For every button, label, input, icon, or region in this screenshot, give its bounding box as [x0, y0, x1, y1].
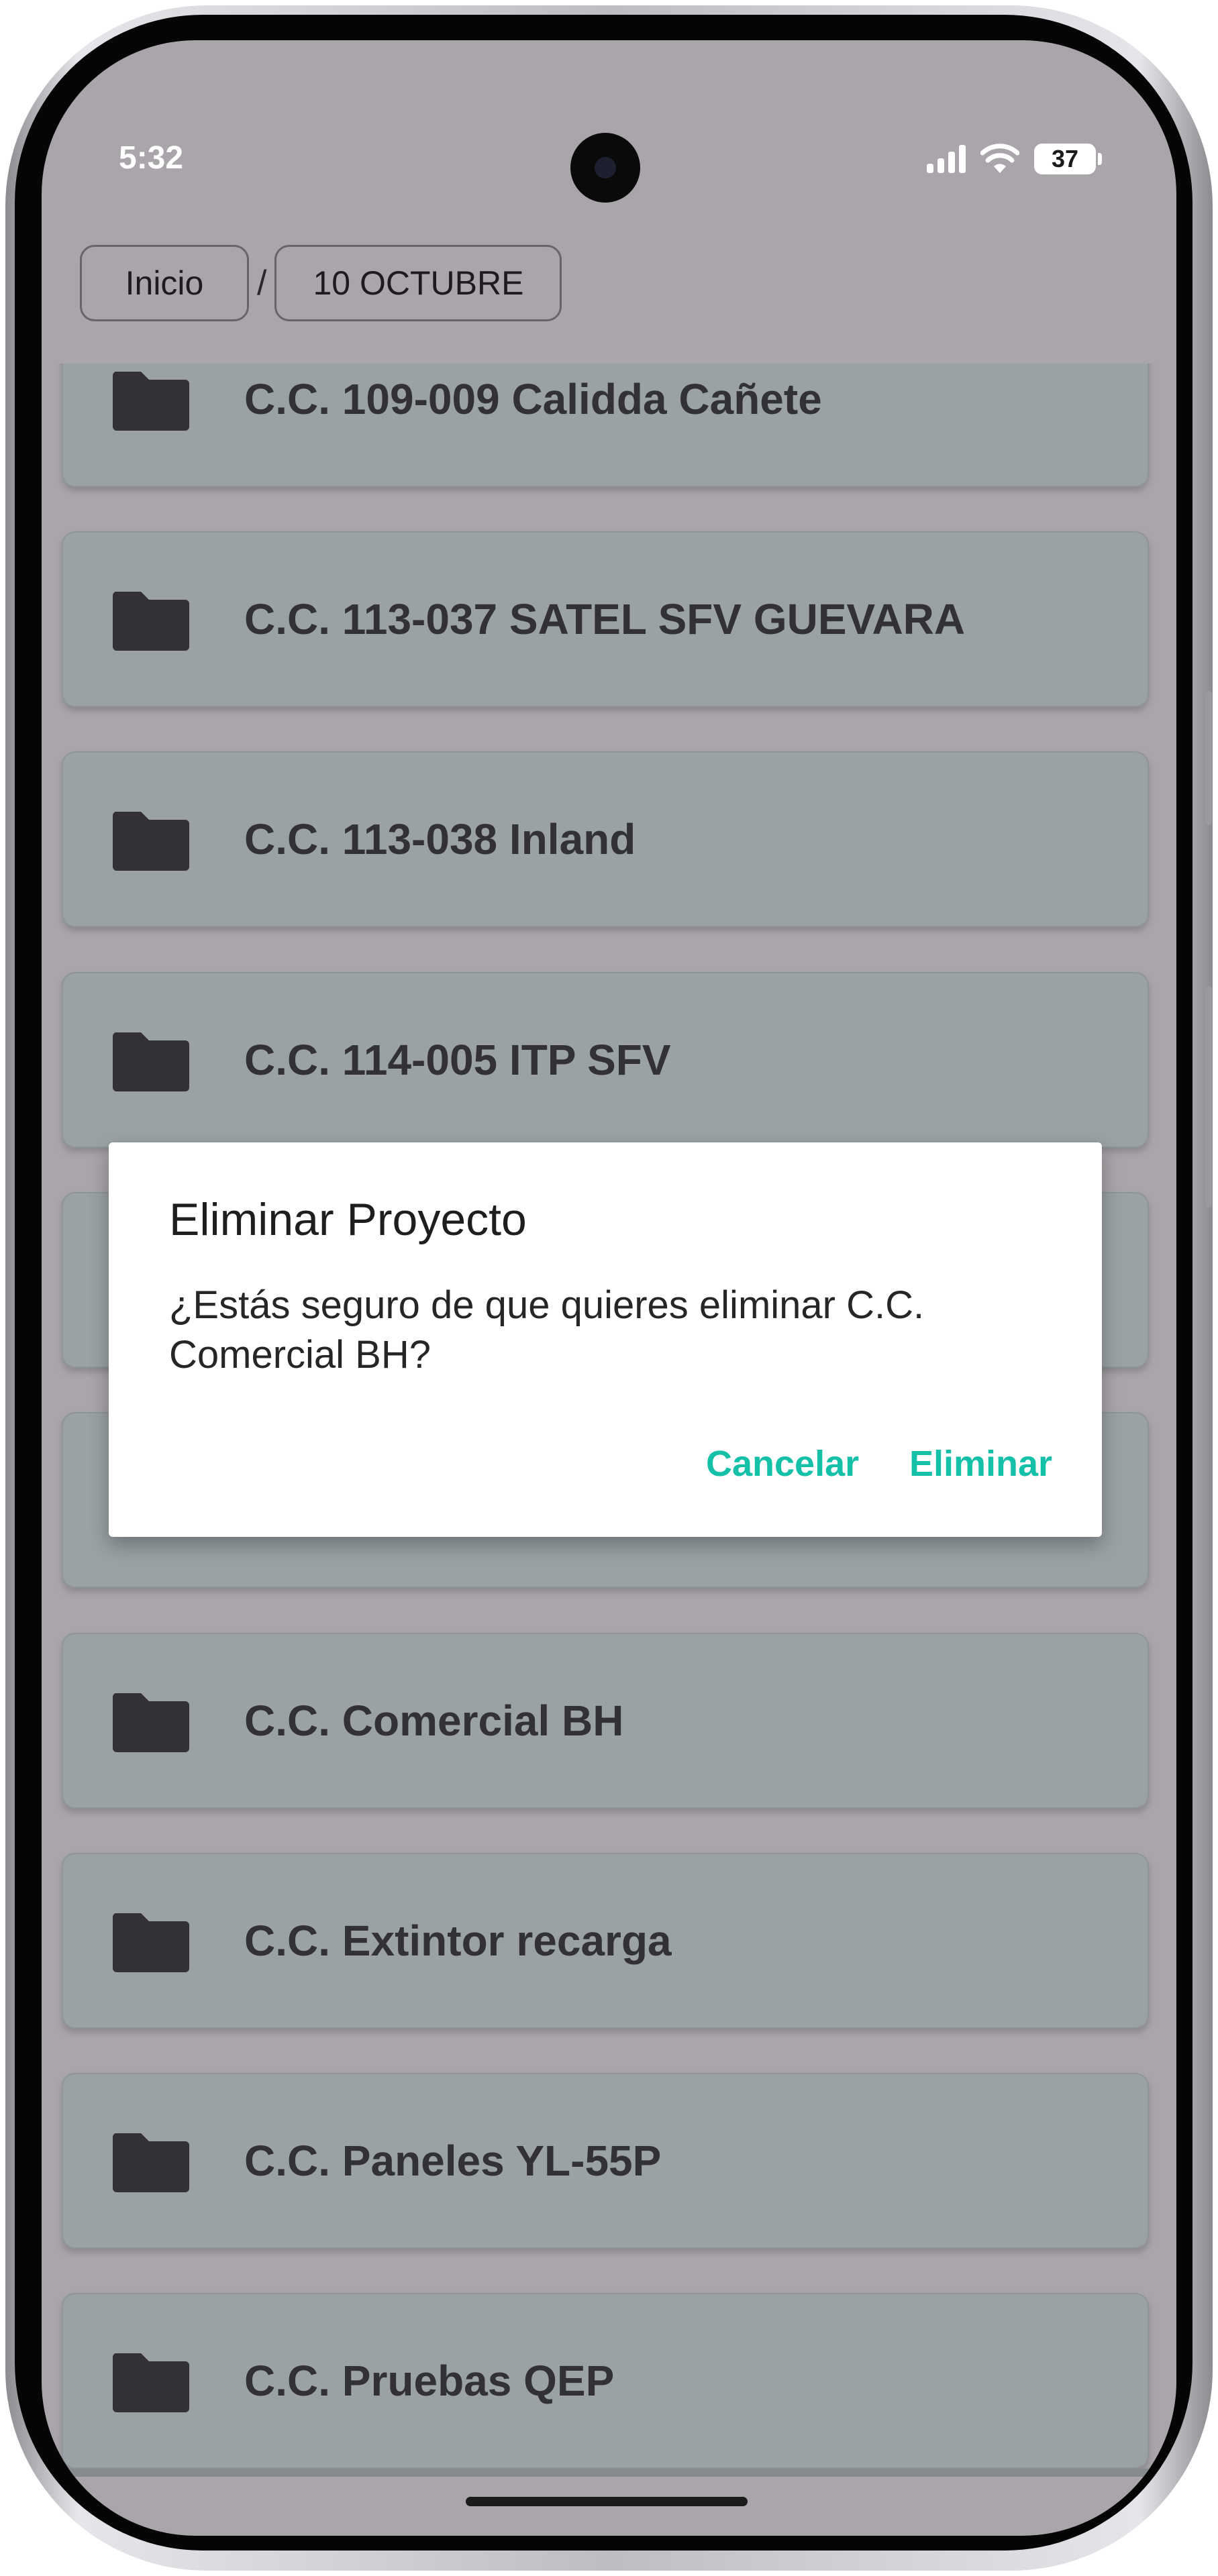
folder-card[interactable]: C.C. Paneles YL-55P — [62, 2073, 1149, 2249]
folder-card[interactable]: C.C. 109-009 Calidda Cañete — [62, 364, 1149, 487]
breadcrumb-item-inicio[interactable]: Inicio — [80, 245, 249, 321]
dialog-title: Eliminar Proyecto — [169, 1194, 527, 1245]
folder-card[interactable]: C.C. Pruebas QEP — [62, 2293, 1149, 2469]
screen: 5:32 37 Inicio / 10 OCTUBRE C.C. 109-009… — [42, 40, 1176, 2536]
battery-icon: 37 — [1034, 144, 1102, 174]
folder-card[interactable]: C.C. 113-038 Inland — [62, 751, 1149, 927]
breadcrumb-item-10-octubre[interactable]: 10 OCTUBRE — [274, 245, 562, 321]
folder-icon — [112, 2353, 189, 2412]
status-icons: 37 — [927, 142, 1102, 176]
folder-card[interactable]: C.C. Extintor recarga — [62, 1853, 1149, 2029]
folder-label: C.C. 113-038 Inland — [244, 815, 636, 863]
folder-icon — [112, 2133, 189, 2192]
home-indicator[interactable] — [466, 2497, 748, 2506]
volume-up-button — [1205, 691, 1212, 825]
folder-label: C.C. Comercial BH — [244, 1697, 624, 1745]
folder-label: C.C. Paneles YL-55P — [244, 2137, 662, 2185]
status-bar: 5:32 37 — [42, 40, 1176, 203]
folder-label: C.C. Pruebas QEP — [244, 2357, 615, 2405]
folder-card[interactable]: C.C. 113-037 SATEL SFV GUEVARA — [62, 531, 1149, 707]
folder-label: C.C. Extintor recarga — [244, 1917, 672, 1965]
folder-icon — [112, 1032, 189, 1091]
folder-icon — [112, 592, 189, 651]
folder-icon — [112, 1693, 189, 1752]
front-camera — [570, 133, 640, 203]
folder-icon — [112, 812, 189, 871]
folder-label: C.C. 114-005 ITP SFV — [244, 1036, 671, 1084]
folder-icon — [112, 372, 189, 431]
delete-button[interactable]: Eliminar — [909, 1443, 1052, 1485]
delete-project-dialog: Eliminar Proyecto ¿Estás seguro de que q… — [109, 1142, 1102, 1537]
breadcrumb-separator: / — [257, 264, 267, 303]
folder-label: C.C. 113-037 SATEL SFV GUEVARA — [244, 595, 966, 643]
folder-card[interactable]: C.C. Comercial BH — [62, 1633, 1149, 1809]
folder-label: C.C. 109-009 Calidda Cañete — [244, 375, 822, 423]
folder-icon — [112, 1913, 189, 1972]
cancel-button[interactable]: Cancelar — [706, 1443, 859, 1485]
power-button — [1205, 986, 1212, 1208]
list-bottom-divider — [62, 2469, 1149, 2477]
breadcrumb: Inicio / 10 OCTUBRE — [80, 245, 562, 321]
folder-card[interactable]: C.C. 114-005 ITP SFV — [62, 972, 1149, 1148]
status-time: 5:32 — [119, 140, 184, 176]
dialog-message: ¿Estás seguro de que quieres eliminar C.… — [169, 1283, 925, 1377]
signal-icon — [927, 145, 966, 173]
wifi-icon — [980, 144, 1019, 173]
